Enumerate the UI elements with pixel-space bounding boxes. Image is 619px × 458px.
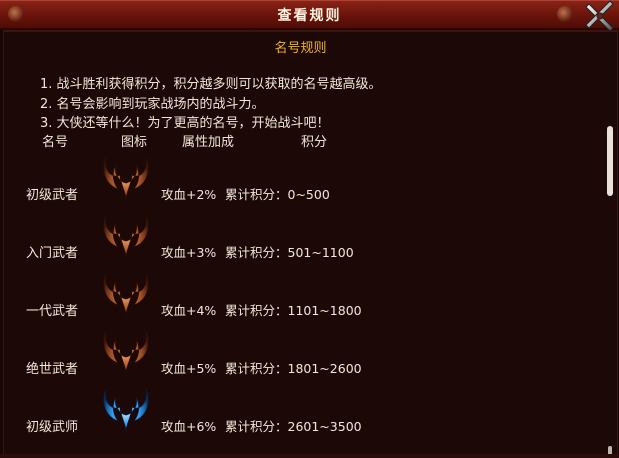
bronze-horns-icon bbox=[103, 330, 149, 374]
ornament-right-icon bbox=[557, 6, 573, 22]
attribute-bonus: 攻血+2% bbox=[161, 187, 217, 202]
table-row: 绝世武者 攻血+5% 累计积分：1801~2600 bbox=[4, 324, 564, 382]
bronze-horns-icon bbox=[103, 214, 149, 258]
window-bottom-edge bbox=[0, 454, 619, 458]
score-range: 累计积分：501~1100 bbox=[225, 245, 354, 260]
attribute-bonus: 攻血+5% bbox=[161, 361, 217, 376]
score-range: 累计积分：1101~1800 bbox=[225, 303, 362, 318]
title-name: 一代武者 bbox=[26, 304, 79, 319]
bronze-horns-icon bbox=[103, 272, 149, 316]
title-name: 初级武师 bbox=[26, 420, 79, 435]
close-icon bbox=[585, 0, 614, 32]
score-range: 累计积分：1801~2600 bbox=[225, 361, 362, 376]
title-name: 绝世武者 bbox=[26, 362, 79, 377]
table-row: 初级武者 攻血+2% 累计积分：0~500 bbox=[4, 150, 564, 208]
rule-item: 1. 战斗胜利获得积分，积分越多则可以获取的名号越高级。 bbox=[40, 77, 382, 92]
bronze-horns-icon bbox=[103, 156, 149, 200]
table-row: 一代武者 攻血+4% 累计积分：1101~1800 bbox=[4, 266, 564, 324]
rules-panel: 名号规则 1. 战斗胜利获得积分，积分越多则可以获取的名号越高级。 2. 名号会… bbox=[3, 30, 618, 458]
attribute-bonus: 攻血+4% bbox=[161, 303, 217, 318]
attribute-bonus: 攻血+3% bbox=[161, 245, 217, 260]
blue-horns-icon bbox=[103, 388, 149, 432]
window-title: 查看规则 bbox=[277, 8, 342, 24]
section-heading: 名号规则 bbox=[274, 41, 327, 56]
table-header: 名号 图标 属性加成 积分 bbox=[4, 131, 564, 150]
title-name: 入门武者 bbox=[26, 246, 79, 261]
column-header-score: 积分 bbox=[301, 135, 328, 150]
panel-frame bbox=[4, 30, 617, 32]
close-button[interactable] bbox=[583, 0, 617, 34]
title-name: 初级武者 bbox=[26, 188, 79, 203]
score-range: 累计积分：2601~3500 bbox=[225, 419, 362, 434]
scrollbar[interactable] bbox=[607, 126, 613, 458]
scrollbar-thumb[interactable] bbox=[607, 126, 613, 196]
rule-item: 2. 名号会影响到玩家战场内的战斗力。 bbox=[40, 96, 265, 112]
attribute-bonus: 攻血+6% bbox=[161, 419, 217, 434]
column-header-name: 名号 bbox=[42, 135, 69, 150]
rules-list: 1. 战斗胜利获得积分，积分越多则可以获取的名号越高级。 2. 名号会影响到玩家… bbox=[40, 75, 382, 134]
table-row: 初级武师 攻血+6% 累计积分：2601~3500 bbox=[4, 382, 564, 440]
table-row: 入门武者 攻血+3% 累计积分：501~1100 bbox=[4, 208, 564, 266]
column-header-bonus: 属性加成 bbox=[182, 135, 235, 150]
column-header-icon: 图标 bbox=[121, 135, 148, 150]
score-range: 累计积分：0~500 bbox=[225, 187, 330, 202]
title-bar: 查看规则 bbox=[0, 0, 619, 30]
